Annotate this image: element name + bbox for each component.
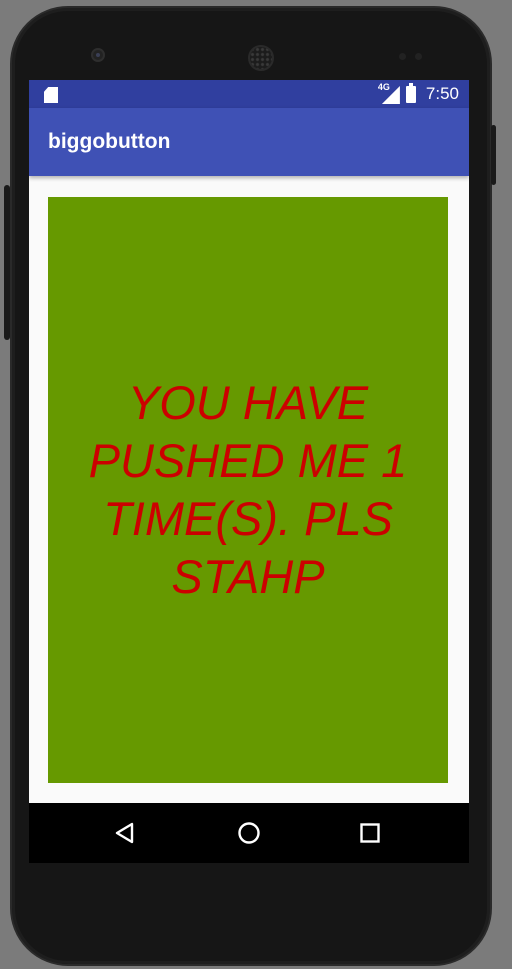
screen: 4G 7:50 biggobutton YOU HAVE PUSHED ME 1… [29,80,469,863]
home-button[interactable] [209,803,289,863]
status-time: 7:50 [425,84,459,103]
signal-indicator: 4G [377,82,400,104]
navigation-bar [29,803,469,863]
big-button-label: YOU HAVE PUSHED ME 1 TIME(S). PLS STAHP [88,376,408,603]
status-icons: 4G 7:50 [378,80,459,108]
recents-icon [360,823,380,843]
status-bar: 4G 7:50 [29,80,469,108]
network-type-label: 4G [377,82,390,92]
back-icon [115,822,134,844]
sd-card-icon [44,87,58,103]
battery-icon [405,82,416,103]
power-button [491,125,496,185]
big-button[interactable]: YOU HAVE PUSHED ME 1 TIME(S). PLS STAHP [48,197,448,783]
home-icon [238,822,260,844]
recents-button[interactable] [330,803,410,863]
app-title: biggobutton [48,130,171,153]
volume-rocker [4,185,10,340]
light-sensor [415,53,422,60]
front-camera [91,48,105,62]
proximity-sensor [399,53,406,60]
back-button[interactable] [85,803,165,863]
app-bar: biggobutton [29,108,469,176]
earpiece-speaker [248,45,274,71]
